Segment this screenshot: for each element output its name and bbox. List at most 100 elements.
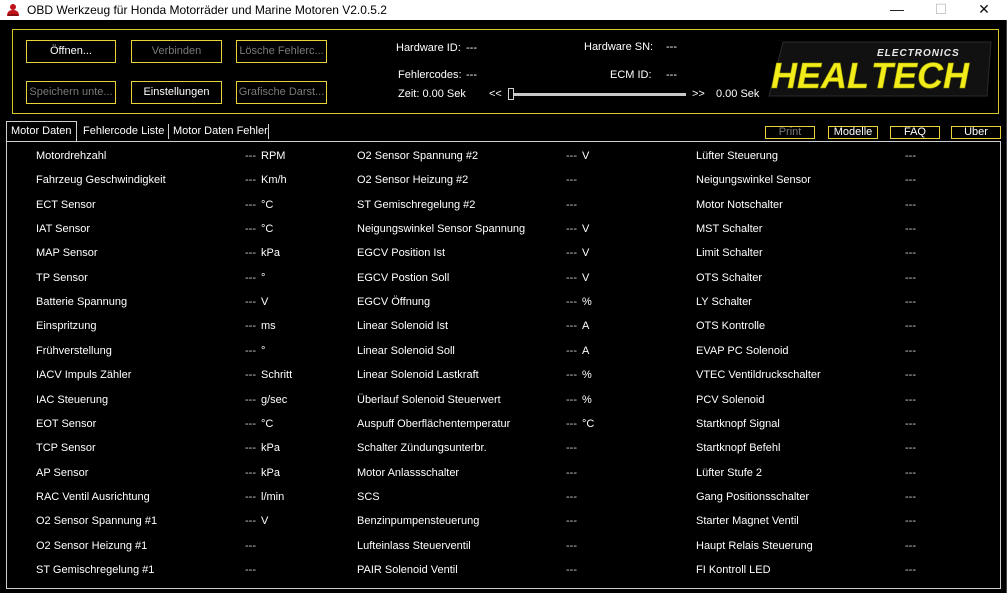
rewind-button[interactable]: << — [489, 88, 502, 100]
param-name: Motor Notschalter — [696, 199, 783, 211]
param-value: --- — [566, 345, 577, 357]
param-value: --- — [566, 515, 577, 527]
hardware-id-value: --- — [466, 42, 477, 54]
about-button[interactable]: Über — [951, 126, 1001, 139]
param-value: --- — [905, 247, 916, 259]
param-value: --- — [905, 272, 916, 284]
param-unit: % — [582, 296, 592, 308]
param-value: --- — [905, 540, 916, 552]
param-name: LY Schalter — [696, 296, 752, 308]
param-name: Haupt Relais Steuerung — [696, 540, 813, 552]
param-value: --- — [245, 564, 256, 576]
logo-heal-text: HEAL — [771, 55, 869, 96]
param-value: --- — [245, 418, 256, 430]
close-button[interactable]: ✕ — [961, 0, 1007, 20]
healtech-logo: ELECTRONICS HEAL TECH — [768, 41, 992, 97]
param-value: --- — [905, 491, 916, 503]
param-value: --- — [245, 150, 256, 162]
param-name: EGCV Position Ist — [357, 247, 446, 259]
tab-motor-daten[interactable]: Motor Daten — [6, 121, 77, 142]
param-unit: V — [582, 150, 590, 162]
param-name: Neigungswinkel Sensor — [696, 174, 811, 186]
param-name: TP Sensor — [36, 272, 88, 284]
param-value: --- — [245, 442, 256, 454]
param-value: --- — [245, 247, 256, 259]
param-name: Batterie Spannung — [36, 296, 128, 308]
param-value: --- — [245, 491, 256, 503]
param-name: ST Gemischregelung #1 — [36, 564, 155, 576]
param-value: --- — [566, 418, 577, 430]
param-name: PAIR Solenoid Ventil — [357, 564, 458, 576]
param-value: --- — [566, 394, 577, 406]
param-value: --- — [905, 467, 916, 479]
param-name: Neigungswinkel Sensor Spannung — [357, 223, 526, 235]
param-value: --- — [905, 369, 916, 381]
param-name: Lufteinlass Steuerventil — [357, 540, 471, 552]
param-unit: % — [582, 369, 592, 381]
param-value: --- — [566, 491, 577, 503]
param-unit: RPM — [261, 150, 286, 162]
param-unit: V — [582, 247, 590, 259]
param-name: OTS Schalter — [696, 272, 763, 284]
hardware-sn-label: Hardware SN: — [584, 41, 654, 53]
param-name: PCV Solenoid — [696, 394, 765, 406]
ecm-id-label: ECM ID: — [610, 69, 652, 81]
param-unit: kPa — [261, 467, 280, 479]
param-value: --- — [245, 223, 256, 235]
param-name: Frühverstellung — [36, 345, 112, 357]
param-name: Fahrzeug Geschwindigkeit — [36, 174, 166, 186]
param-name: Limit Schalter — [696, 247, 763, 259]
param-name: FI Kontroll LED — [696, 564, 771, 576]
param-name: ST Gemischregelung #2 — [357, 199, 476, 211]
param-value: --- — [905, 345, 916, 357]
param-name: Lüfter Steuerung — [696, 150, 778, 162]
graphics-button[interactable]: Grafische Darst... — [236, 81, 327, 104]
tab-fehlercode-liste[interactable]: Fehlercode Liste — [79, 123, 168, 141]
connect-button[interactable]: Verbinden — [131, 40, 222, 63]
tab-motor-daten-fehler[interactable]: Motor Daten Fehler — [169, 123, 272, 141]
param-unit: °C — [261, 418, 274, 430]
param-value: --- — [905, 320, 916, 332]
param-unit: °C — [261, 223, 274, 235]
param-unit: V — [582, 272, 590, 284]
param-name: Gang Positionsschalter — [696, 491, 810, 503]
param-value: --- — [245, 320, 256, 332]
param-unit: kPa — [261, 247, 280, 259]
param-name: SCS — [357, 491, 380, 503]
param-name: Benzinpumpensteuerung — [357, 515, 480, 527]
title-bar: OBD Werkzeug für Honda Motorräder und Ma… — [0, 0, 1007, 20]
maximize-button[interactable]: ☐ — [918, 0, 964, 20]
param-value: --- — [905, 199, 916, 211]
forward-button[interactable]: >> — [692, 88, 705, 100]
tab-divider — [268, 124, 269, 139]
fault-codes-value: --- — [466, 69, 477, 81]
param-name: IAT Sensor — [36, 223, 91, 235]
param-name: Linear Solenoid Ist — [357, 320, 449, 332]
param-name: IAC Steuerung — [36, 394, 109, 406]
param-value: --- — [566, 150, 577, 162]
param-value: --- — [566, 369, 577, 381]
param-unit: V — [582, 223, 590, 235]
print-button[interactable]: Print — [765, 126, 815, 139]
param-unit: Km/h — [261, 174, 287, 186]
param-name: ECT Sensor — [36, 199, 96, 211]
param-unit: A — [582, 345, 590, 357]
models-button[interactable]: Modelle — [828, 126, 878, 139]
faq-button[interactable]: FAQ — [890, 126, 940, 139]
hardware-id-label: Hardware ID: — [396, 42, 461, 54]
save-as-button[interactable]: Speichern unte... — [26, 81, 116, 104]
timeline-slider-handle[interactable] — [508, 88, 514, 100]
param-value: --- — [245, 467, 256, 479]
param-unit: g/sec — [261, 394, 288, 406]
open-button[interactable]: Öffnen... — [26, 40, 116, 63]
clear-codes-button[interactable]: Lösche Fehlerc... — [236, 40, 327, 63]
settings-button[interactable]: Einstellungen — [131, 81, 222, 104]
param-value: --- — [566, 442, 577, 454]
param-unit: V — [261, 296, 269, 308]
param-name: Linear Solenoid Lastkraft — [357, 369, 479, 381]
minimize-button[interactable]: — — [874, 0, 920, 20]
param-value: --- — [245, 369, 256, 381]
param-unit: °C — [261, 199, 274, 211]
timeline-track[interactable] — [508, 93, 686, 96]
param-name: EGCV Öffnung — [357, 296, 431, 308]
